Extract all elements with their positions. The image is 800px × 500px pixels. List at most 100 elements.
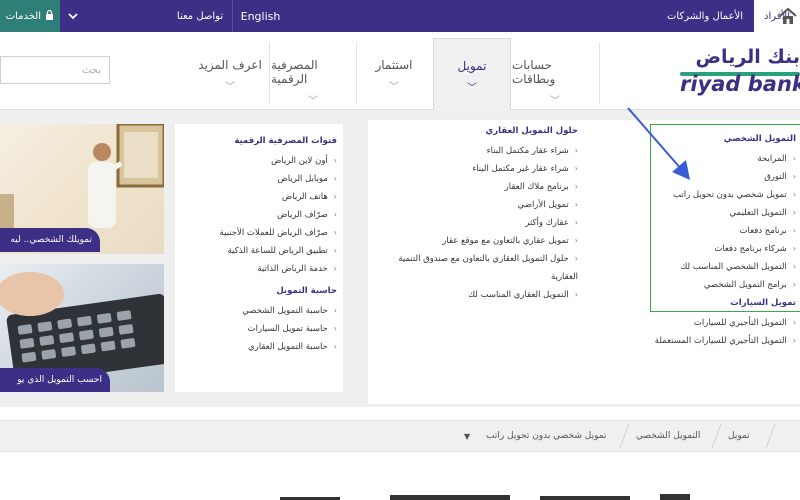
menu-item-label: حاسبة التمويل العقاري	[247, 342, 328, 352]
menu-item[interactable]: ‹ تمويل عقاري بالتعاون مع موقع عقار	[368, 232, 578, 250]
nav-tab-label: استثمار	[375, 58, 413, 72]
menu-item[interactable]: ‹ موبايل الرياض	[175, 170, 337, 188]
menu-item[interactable]: ‹ برنامج ملاك العقار	[368, 178, 578, 196]
nav-tab-digital-banking[interactable]: المصرفية الرقمية ﹀	[271, 38, 355, 110]
menu-item-label: هاتف الرياض	[281, 192, 328, 202]
chevron-left-icon: ‹	[574, 182, 578, 191]
breadcrumb-current[interactable]: تمويل شخصي بدون تحويل راتب	[486, 420, 606, 452]
chevron-left-icon: ‹	[333, 228, 337, 237]
business-tab[interactable]: الأعمال والشركات	[660, 0, 750, 32]
menu-item[interactable]: ‹ حاسبة التمويل العقاري	[175, 338, 337, 356]
digital-channels-title[interactable]: قنوات المصرفية الرقمية	[175, 136, 337, 146]
contact-us-link[interactable]: تواصل معنا	[170, 0, 230, 32]
menu-item-label: تطبيق الرياض للساعة الذكية	[227, 246, 328, 256]
arrow-icon	[620, 100, 700, 190]
nav-tab-investment[interactable]: استثمار ﹀	[358, 38, 430, 110]
chevron-left-icon: ‹	[333, 324, 337, 333]
menu-item[interactable]: ‹ تمويل الأراضي	[368, 196, 578, 214]
chevron-left-icon: ‹	[792, 336, 796, 345]
finance-calculator-promo[interactable]: احسب التمويل الذي يو	[0, 264, 164, 392]
nav-divider	[599, 42, 600, 104]
chevron-left-icon: ‹	[574, 164, 578, 173]
riyad-bank-logo[interactable]: بنك الرياض riyad bank	[676, 46, 800, 102]
menu-item-label: تمويل عقاري بالتعاون مع موقع عقار	[442, 236, 569, 246]
menu-item[interactable]: ‹ أون لاين الرياض	[175, 152, 337, 170]
lock-icon	[45, 9, 54, 23]
menu-item-label: شراء عقار مكتمل البناء	[486, 146, 569, 156]
search-input[interactable]: بحث	[0, 56, 110, 84]
chevron-down-icon[interactable]	[60, 0, 86, 32]
menu-item-label: حاسبة تمويل السيارات	[247, 324, 328, 334]
menu-item[interactable]: ‹ حاسبة التمويل الشخصي	[175, 302, 337, 320]
chevron-left-icon: ‹	[333, 264, 337, 273]
chevron-down-icon: ﹀	[225, 82, 235, 93]
menu-item[interactable]: ‹ شراء عقار غير مكتمل البناء	[368, 160, 578, 178]
chevron-down-icon: ﹀	[389, 82, 399, 93]
english-language-link[interactable]: English	[232, 0, 288, 32]
caret-down-icon[interactable]: ▼	[464, 420, 470, 452]
chevron-left-icon: ‹	[333, 156, 337, 165]
nav-tab-finance[interactable]: تمويل ﹀	[433, 38, 511, 110]
menu-item-label: صرّاف الرياض	[277, 210, 328, 220]
services-label: الخدمات	[5, 10, 41, 22]
chevron-left-icon: ‹	[574, 236, 578, 245]
chevron-left-icon: ‹	[333, 174, 337, 183]
chevron-down-icon: ﹀	[550, 96, 560, 107]
chevron-left-icon: ‹	[333, 306, 337, 315]
logo-english: riyad bank	[680, 72, 800, 96]
menu-item[interactable]: ‹ حاسبة تمويل السيارات	[175, 320, 337, 338]
menu-item[interactable]: ‹حلول التمويل العقاري بالتعاون مع صندوق …	[378, 250, 578, 286]
breadcrumb-item[interactable]: التمويل الشخصي	[636, 420, 700, 452]
menu-item[interactable]: ‹ هاتف الرياض	[175, 188, 337, 206]
chevron-left-icon: ‹	[333, 192, 337, 201]
menu-item[interactable]: ‹ التمويل التأجيري للسيارات المستعملة	[620, 332, 796, 350]
chevron-left-icon: ‹	[574, 218, 578, 227]
menu-item[interactable]: ‹ عقارك وأكثر	[368, 214, 578, 232]
menu-item[interactable]: ‹ تطبيق الرياض للساعة الذكية	[175, 242, 337, 260]
chevron-left-icon: ‹	[574, 290, 578, 299]
menu-item-label: أون لاين الرياض	[271, 156, 328, 166]
menu-item-label: تمويل الأراضي	[517, 200, 569, 210]
promo-label: احسب التمويل الذي يو	[0, 368, 110, 392]
menu-item-label: حاسبة التمويل الشخصي	[242, 306, 328, 316]
chevron-left-icon: ‹	[333, 342, 337, 351]
menu-item-label: خدمة الرياض الذاتية	[257, 264, 328, 274]
personal-finance-promo[interactable]: تمويلك الشخصي.. ليه	[0, 124, 164, 254]
menu-item[interactable]: ‹ صرّاف الرياض	[175, 206, 337, 224]
home-icon[interactable]	[778, 6, 798, 26]
menu-item[interactable]: ‹ شراء عقار مكتمل البناء	[368, 142, 578, 160]
page-heading-partial	[280, 488, 700, 500]
logo-arabic: بنك الرياض	[695, 46, 800, 68]
nav-tab-label: اعرف المزيد	[198, 58, 262, 72]
nav-tab-label: حسابات وبطاقات	[512, 58, 556, 86]
menu-item[interactable]: ‹ خدمة الرياض الذاتية	[175, 260, 337, 278]
menu-item-label: حلول التمويل العقاري بالتعاون مع صندوق ا…	[398, 254, 578, 282]
top-bar: الخدمات تواصل معنا English الأعمال والشر…	[0, 0, 800, 32]
chevron-left-icon: ‹	[574, 254, 578, 263]
menu-item-label: التمويل التأجيري للسيارات المستعملة	[654, 336, 787, 346]
promo-label: تمويلك الشخصي.. ليه	[0, 228, 100, 252]
menu-item[interactable]: ‹ التمويل التأجيري للسيارات	[620, 314, 796, 332]
services-button[interactable]: الخدمات	[0, 0, 60, 32]
menu-item-label: شراء عقار غير مكتمل البناء	[472, 164, 569, 174]
digital-channels-column: قنوات المصرفية الرقمية ‹أون لاين الرياض …	[175, 124, 343, 392]
nav-tab-accounts-cards[interactable]: حسابات وبطاقات ﹀	[512, 38, 598, 110]
real-estate-title[interactable]: حلول التمويل العقاري	[368, 126, 579, 136]
nav-divider	[269, 42, 270, 104]
chevron-left-icon: ‹	[574, 146, 578, 155]
menu-item-label: التمويل التأجيري للسيارات	[693, 318, 787, 328]
real-estate-column: حلول التمويل العقاري ‹ شراء عقار مكتمل ال…	[368, 126, 578, 304]
menu-item[interactable]: ‹ التمويل العقاري المناسب لك	[368, 286, 578, 304]
menu-item-label: صرّاف الرياض للعملات الأجنبية	[219, 228, 328, 238]
chevron-left-icon: ‹	[333, 210, 337, 219]
calculator-title[interactable]: حاسبة التمويل	[175, 286, 337, 296]
breadcrumb-item[interactable]: تمويل	[728, 420, 750, 452]
menu-item-label: التمويل العقاري المناسب لك	[468, 290, 569, 300]
nav-tab-learn-more[interactable]: اعرف المزيد ﹀	[193, 38, 267, 110]
nav-tab-label: المصرفية الرقمية	[271, 58, 318, 86]
chevron-down-icon: ﹀	[308, 96, 318, 107]
chevron-left-icon: ‹	[333, 246, 337, 255]
nav-divider	[356, 42, 357, 104]
menu-item[interactable]: ‹ صرّاف الرياض للعملات الأجنبية	[175, 224, 337, 242]
chevron-left-icon: ‹	[574, 200, 578, 209]
